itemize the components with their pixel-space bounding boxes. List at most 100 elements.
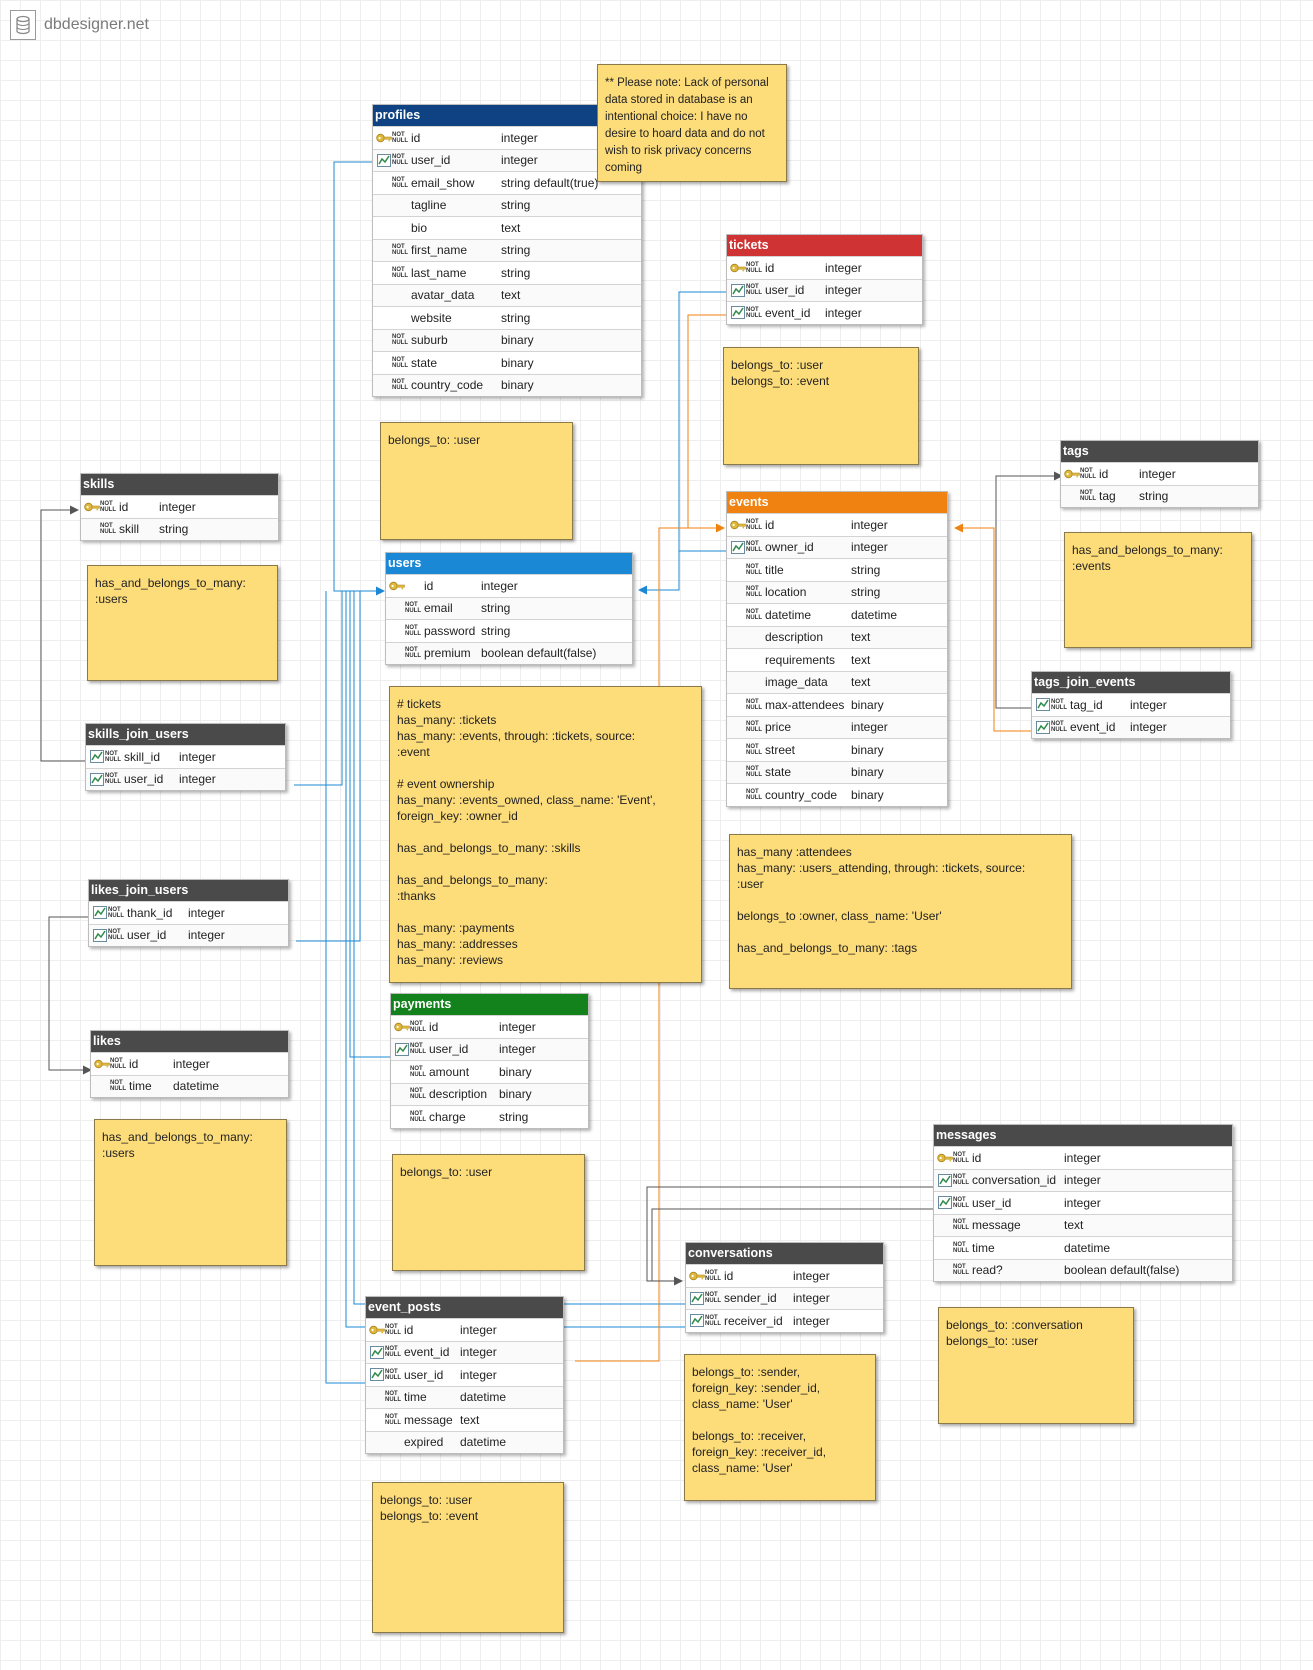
field-row[interactable]: NOT NULL id integer [391,1015,588,1038]
field-row[interactable]: NOT NULL suburb binary [373,328,641,351]
field-row[interactable]: NOT NULL event_id integer [1032,715,1230,738]
field-row[interactable]: NOT NULL amount binary [391,1060,588,1083]
field-row[interactable]: NOT NULL country_code binary [727,783,947,806]
field-row[interactable]: NOT NULL event_id integer [366,1340,563,1363]
field-row[interactable]: NOT NULL state binary [373,351,641,374]
field-row[interactable]: NOT NULL time datetime [934,1236,1232,1259]
field-row[interactable]: NOT NULL first_name string [373,238,641,261]
field-row[interactable]: NOT NULL datetime datetime [727,603,947,626]
field-row[interactable]: NOT NULL event_id integer [727,301,922,324]
field-row[interactable]: NOT NULL id integer [91,1052,288,1075]
field-row[interactable]: NOT NULL street binary [727,738,947,761]
field-row[interactable]: avatar_data text [373,283,641,306]
not-null-flag: NOT NULL [385,1413,401,1426]
table-tickets[interactable]: tickets NOT NULL id integer NOT NULL user_id int… [726,234,923,325]
table-likes[interactable]: likes NOT NULL id integer NOT NULL time datetime [90,1030,289,1098]
table-conversations[interactable]: conversations NOT NULL id integer NOT NULL send… [685,1242,884,1333]
field-row[interactable]: requirements text [727,648,947,671]
table-title[interactable]: skills [81,474,278,495]
field-row[interactable]: NOT NULL charge string [391,1105,588,1128]
field-row[interactable]: NOT NULL receiver_id integer [686,1309,883,1332]
field-row[interactable]: NOT NULL id integer [727,256,922,279]
field-row[interactable]: NOT NULL id integer [1061,462,1258,485]
table-title[interactable]: tags [1061,441,1258,462]
table-title[interactable]: likes_join_users [89,880,288,901]
table-title[interactable]: conversations [686,1243,883,1264]
not-null-flag: NOT NULL [1080,490,1096,503]
field-row[interactable]: NOT NULL user_id integer [391,1037,588,1060]
field-row[interactable]: tagline string [373,193,641,216]
field-type: integer [1064,1173,1101,1188]
field-row[interactable]: website string [373,306,641,329]
field-row[interactable]: NOT NULL email string [386,596,632,619]
table-title[interactable]: users [386,553,632,574]
field-row[interactable]: NOT NULL conversation_id integer [934,1168,1232,1191]
table-skills-join-users[interactable]: skills_join_users NOT NULL skill_id integer N… [85,723,286,791]
table-title[interactable]: event_posts [366,1297,563,1318]
table-title[interactable]: tags_join_events [1032,672,1230,693]
field-row[interactable]: NOT NULL user_id integer [934,1191,1232,1214]
field-row[interactable]: NOT NULL skill string [81,517,278,540]
field-row[interactable]: NOT NULL title string [727,558,947,581]
field-row[interactable]: NOT NULL id integer [366,1318,563,1341]
field-row[interactable]: NOT NULL time datetime [91,1074,288,1097]
field-row[interactable]: expired datetime [366,1430,563,1453]
field-row[interactable]: NOT NULL time datetime [366,1385,563,1408]
table-title[interactable]: tickets [727,235,922,256]
table-title[interactable]: likes [91,1031,288,1052]
field-row[interactable]: NOT NULL message text [366,1408,563,1431]
field-row[interactable]: NOT NULL owner_id integer [727,535,947,558]
table-messages[interactable]: messages NOT NULL id integer NOT NULL conversat… [933,1124,1233,1282]
blank-icon [388,601,405,615]
field-row[interactable]: NOT NULL max-attendees binary [727,693,947,716]
not-null-flag: NOT NULL [405,624,421,637]
field-row[interactable]: NOT NULL user_id integer [89,923,288,946]
field-row[interactable]: NOT NULL skill_id integer [86,745,285,768]
field-row[interactable]: NOT NULL tag_id integer [1032,693,1230,716]
table-events[interactable]: events NOT NULL id integer NOT NULL owner_id int… [726,491,948,807]
table-payments[interactable]: payments NOT NULL id integer NOT NULL user_id in… [390,993,589,1129]
field-row[interactable]: NOT NULL country_code binary [373,373,641,396]
field-row[interactable]: NOT NULL id integer [686,1264,883,1287]
table-title[interactable]: events [727,492,947,513]
field-row[interactable]: NOT NULL thank_id integer [89,901,288,924]
table-title[interactable]: skills_join_users [86,724,285,745]
field-row[interactable]: NOT NULL user_id integer [366,1363,563,1386]
table-event-posts[interactable]: event_posts NOT NULL id integer NOT NULL event_… [365,1296,564,1454]
field-row[interactable]: NOT NULL id integer [81,495,278,518]
field-row[interactable]: NOT NULL user_id integer [86,767,285,790]
field-row[interactable]: image_data text [727,670,947,693]
table-skills[interactable]: skills NOT NULL id integer NOT NULL skill string [80,473,279,541]
table-tags[interactable]: tags NOT NULL id integer NOT NULL tag string [1060,440,1259,508]
field-row[interactable]: NOT NULL state binary [727,760,947,783]
field-row[interactable]: NOT NULL sender_id integer [686,1286,883,1309]
field-type: integer [793,1291,830,1306]
field-name: avatar_data [411,288,475,303]
table-title[interactable]: payments [391,994,588,1015]
field-row[interactable]: NOT NULL last_name string [373,261,641,284]
field-row[interactable]: NOT NULL password string [386,619,632,642]
field-row[interactable]: NOT NULL location string [727,580,947,603]
field-row[interactable]: NOT NULL message text [934,1213,1232,1236]
table-title[interactable]: messages [934,1125,1232,1146]
field-row[interactable]: NOT NULL id integer [727,513,947,536]
field-row[interactable]: NOT NULL premium boolean default(false) [386,641,632,664]
table-users[interactable]: users id integer NOT NULL email string NOT NULL p… [385,552,633,665]
field-row[interactable]: id integer [386,574,632,597]
field-row[interactable]: NOT NULL tag string [1061,484,1258,507]
field-row[interactable]: NOT NULL read? boolean default(false) [934,1258,1232,1281]
primary-key-icon [729,261,746,275]
field-row[interactable]: NOT NULL price integer [727,715,947,738]
not-null-flag: NOT NULL [392,356,408,369]
field-row[interactable]: NOT NULL description binary [391,1082,588,1105]
field-name: conversation_id [972,1173,1057,1188]
field-row[interactable]: NOT NULL id integer [934,1146,1232,1169]
foreign-key-icon [1034,720,1051,734]
table-likes-join-users[interactable]: likes_join_users NOT NULL thank_id integer NO… [88,879,289,947]
field-row[interactable]: NOT NULL user_id integer [727,278,922,301]
field-type: datetime [460,1390,507,1405]
not-null-flag: NOT NULL [392,244,408,257]
field-row[interactable]: bio text [373,216,641,239]
table-tags-join-events[interactable]: tags_join_events NOT NULL tag_id integer NOT N… [1031,671,1231,739]
field-row[interactable]: description text [727,625,947,648]
